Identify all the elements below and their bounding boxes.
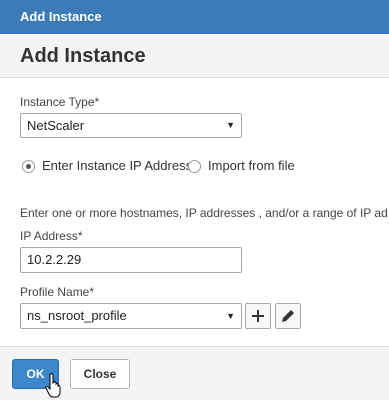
dialog-heading: Add Instance bbox=[20, 45, 146, 67]
chevron-down-icon: ▼ bbox=[226, 120, 235, 130]
edit-profile-button[interactable] bbox=[275, 303, 301, 329]
window-title: Add Instance bbox=[0, 0, 389, 34]
instance-type-value: NetScaler bbox=[27, 118, 85, 133]
profile-name-select[interactable]: ns_nsroot_profile ▼ bbox=[20, 303, 242, 329]
radio-enter-ip[interactable]: Enter Instance IP Address bbox=[22, 158, 202, 176]
instance-type-select[interactable]: NetScaler ▼ bbox=[20, 113, 242, 138]
radio-import-file[interactable]: Import from file bbox=[188, 158, 328, 176]
ip-address-input[interactable]: 10.2.2.29 bbox=[20, 247, 242, 273]
profile-name-label: Profile Name* bbox=[20, 285, 95, 299]
instance-type-label: Instance Type* bbox=[20, 95, 100, 109]
ip-address-label: IP Address* bbox=[20, 229, 83, 243]
radio-button-unchecked[interactable] bbox=[188, 160, 201, 173]
radio-import-file-label: Import from file bbox=[208, 158, 295, 173]
profile-name-value: ns_nsroot_profile bbox=[27, 308, 127, 323]
hand-cursor-icon bbox=[45, 373, 61, 398]
radio-button-checked[interactable] bbox=[22, 160, 35, 173]
chevron-down-icon: ▼ bbox=[226, 311, 235, 321]
dialog-header: Add Instance bbox=[0, 34, 389, 78]
plus-icon bbox=[252, 310, 264, 322]
pencil-icon bbox=[282, 310, 294, 322]
radio-enter-ip-label: Enter Instance IP Address bbox=[42, 158, 193, 173]
add-profile-button[interactable] bbox=[245, 303, 271, 329]
close-button[interactable]: Close bbox=[70, 359, 130, 389]
hostnames-hint: Enter one or more hostnames, IP addresse… bbox=[20, 206, 388, 220]
